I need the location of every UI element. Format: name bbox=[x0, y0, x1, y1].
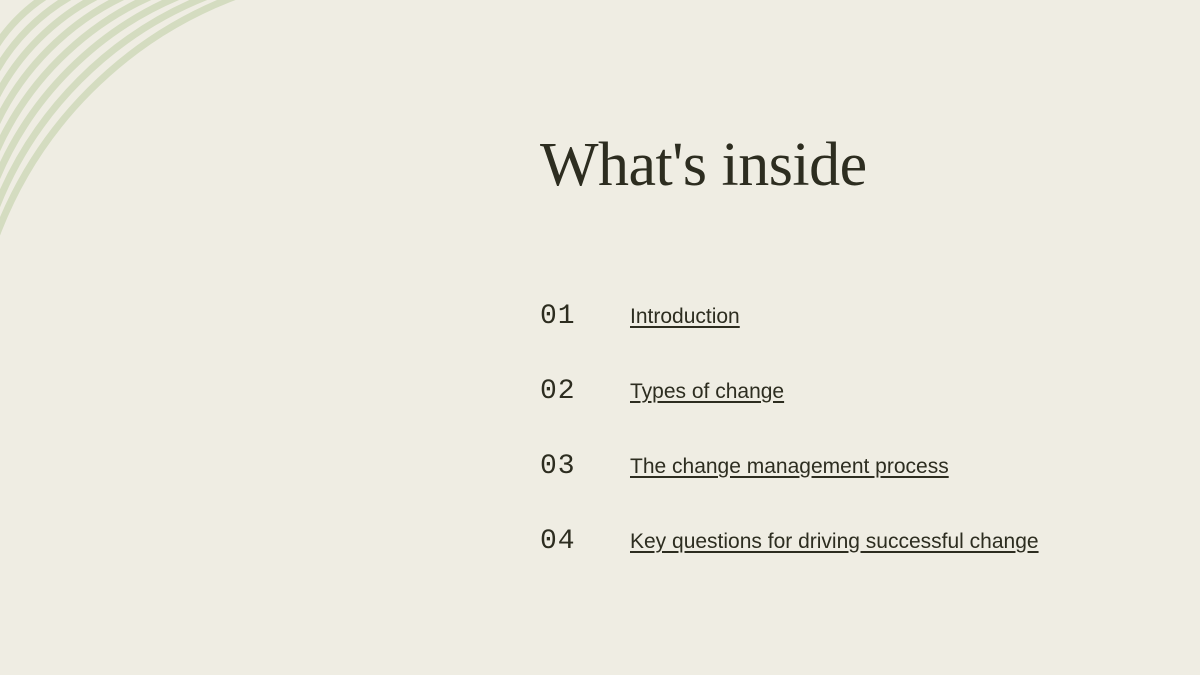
toc-number: 03 bbox=[540, 451, 630, 482]
toc-item: 03 The change management process bbox=[540, 451, 1140, 482]
table-of-contents: 01 Introduction 02 Types of change 03 Th… bbox=[540, 301, 1140, 557]
toc-link-types-of-change[interactable]: Types of change bbox=[630, 380, 784, 404]
decorative-arcs bbox=[0, 0, 450, 675]
toc-item: 04 Key questions for driving successful … bbox=[540, 526, 1140, 557]
toc-item: 01 Introduction bbox=[540, 301, 1140, 332]
toc-number: 01 bbox=[540, 301, 630, 332]
toc-link-introduction[interactable]: Introduction bbox=[630, 305, 740, 329]
toc-item: 02 Types of change bbox=[540, 376, 1140, 407]
content-area: What's inside 01 Introduction 02 Types o… bbox=[540, 130, 1140, 601]
toc-link-key-questions[interactable]: Key questions for driving successful cha… bbox=[630, 530, 1039, 554]
toc-number: 02 bbox=[540, 376, 630, 407]
page-title: What's inside bbox=[540, 130, 1140, 201]
toc-number: 04 bbox=[540, 526, 630, 557]
toc-link-change-management-process[interactable]: The change management process bbox=[630, 455, 949, 479]
